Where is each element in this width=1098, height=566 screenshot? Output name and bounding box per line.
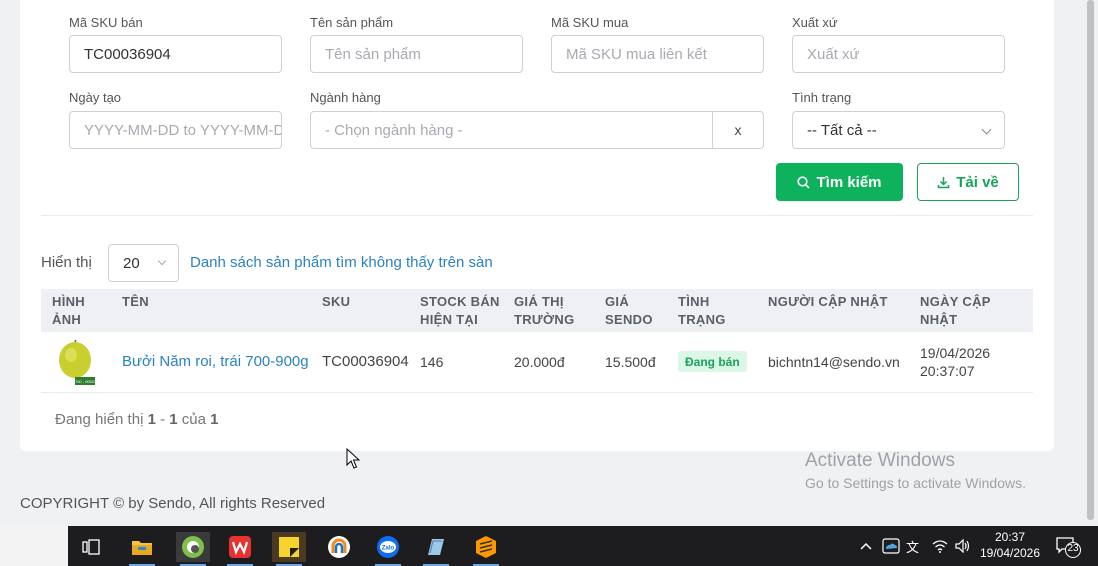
status-badge: Đang bán <box>678 351 747 372</box>
table-row: 700 - 900G Bưởi Năm roi, trái 700-900g T… <box>41 332 1033 393</box>
row-updated-time: 20:37:07 <box>920 363 975 379</box>
sku-ban-label: Mã SKU bán <box>69 15 143 30</box>
product-thumbnail[interactable]: 700 - 900G <box>57 340 97 386</box>
sticky-notes-icon[interactable] <box>272 532 306 566</box>
table-header: HÌNH ẢNH TÊN SKU STOCK BÁN HIỆN TẠI GIÁ TH… <box>41 289 1033 332</box>
file-explorer-icon[interactable] <box>125 532 159 566</box>
row-updater: bichntn14@sendo.vn <box>768 354 900 370</box>
created-date-label: Ngày tạo <box>69 90 122 105</box>
status-select-value: -- Tất cả -- <box>807 121 877 139</box>
origin-input[interactable]: Xuất xứ <box>792 35 1005 73</box>
sku-mua-label: Mã SKU mua <box>551 15 629 30</box>
scrollbar-thumb[interactable] <box>1087 0 1094 520</box>
product-name-link[interactable]: Bưởi Năm roi, trái 700-900g <box>122 353 309 371</box>
row-stock: 146 <box>420 354 444 370</box>
tray-overflow-icon[interactable] <box>860 526 872 566</box>
wps-office-icon[interactable] <box>223 532 257 566</box>
activate-windows-subtitle: Go to Settings to activate Windows. <box>805 475 1026 491</box>
mouse-cursor-icon <box>346 448 360 469</box>
notification-count: 23 <box>1067 543 1079 554</box>
category-select[interactable]: - Chọn ngành hàng - <box>310 111 713 149</box>
chevron-down-icon <box>981 124 992 135</box>
thumbnail-weight-label: 700 - 900G <box>75 379 95 384</box>
coccoc-browser-icon[interactable] <box>176 532 210 566</box>
th-name: TÊN <box>122 294 149 309</box>
row-sendo-price: 15.500đ <box>605 354 656 370</box>
page-size-value: 20 <box>123 254 140 272</box>
download-button-label: Tải về <box>956 173 999 191</box>
clock-date: 19/04/2026 <box>979 546 1041 560</box>
input-language-icon[interactable]: 文 <box>906 526 919 566</box>
notification-center-icon[interactable]: 23 <box>1056 536 1082 558</box>
row-sku: TC00036904 <box>322 353 409 370</box>
th-sendo-price: GIÁ SENDO <box>605 294 653 327</box>
th-status: TÌNH TRẠNG <box>678 294 726 327</box>
sku-mua-input[interactable]: Mã SKU mua liên kết <box>551 35 764 73</box>
sku-mua-placeholder: Mã SKU mua liên kết <box>566 45 707 63</box>
task-view-icon[interactable] <box>74 532 108 562</box>
origin-label: Xuất xứ <box>792 15 838 30</box>
sku-ban-value: TC00036904 <box>84 45 171 63</box>
row-market-price: 20.000đ <box>514 354 565 370</box>
divider <box>41 215 1033 216</box>
th-updated: NGÀY CẬP NHẬT <box>920 294 991 327</box>
sublime-text-icon[interactable] <box>469 532 503 566</box>
wifi-icon[interactable] <box>932 526 948 566</box>
search-icon <box>797 175 811 189</box>
product-name-placeholder: Tên sản phẩm <box>325 45 421 63</box>
origin-placeholder: Xuất xứ <box>807 45 860 63</box>
status-label: Tình trạng <box>792 90 852 105</box>
page-size-select[interactable]: 20 <box>108 244 179 282</box>
volume-icon[interactable] <box>955 526 971 566</box>
row-updated-date: 19/04/2026 <box>920 345 991 361</box>
download-button[interactable]: Tải về <box>917 163 1019 201</box>
product-name-input[interactable]: Tên sản phẩm <box>310 35 523 73</box>
th-market-price: GIÁ THỊ TRƯỜNG <box>514 294 575 327</box>
search-button-label: Tìm kiếm <box>816 173 882 191</box>
category-placeholder: - Chọn ngành hàng - <box>325 121 463 139</box>
page-size-label: Hiển thị <box>41 254 92 271</box>
windows-taskbar: Zalo 文 20:37 19/04/2026 23 <box>0 526 1098 566</box>
svg-text:Zalo: Zalo <box>382 546 395 552</box>
search-button[interactable]: Tìm kiếm <box>776 163 903 201</box>
zalo-icon[interactable]: Zalo <box>371 532 405 566</box>
category-label: Ngành hàng <box>310 90 381 105</box>
status-select[interactable]: -- Tất cả -- <box>792 111 1005 149</box>
search-card: Mã SKU bán TC00036904 Tên sản phẩm Tên s… <box>20 0 1054 451</box>
copyright-text: COPYRIGHT © by Sendo, All rights Reserve… <box>20 495 326 512</box>
taskbar-clock[interactable]: 20:37 19/04/2026 <box>978 529 1042 561</box>
row-updated: 19/04/2026 20:37:07 <box>920 344 990 380</box>
th-sku: SKU <box>322 294 351 309</box>
created-date-placeholder: YYYY-MM-DD to YYYY-MM-DD <box>84 121 282 139</box>
th-stock: STOCK BÁN HIỆN TẠI <box>420 294 500 327</box>
download-icon <box>937 176 950 188</box>
sku-ban-input[interactable]: TC00036904 <box>69 35 282 73</box>
th-image: HÌNH ẢNH <box>52 294 85 327</box>
chevron-down-icon <box>157 256 167 266</box>
th-updater: NGƯỜI CẬP NHẬT <box>768 294 888 309</box>
product-name-label: Tên sản phẩm <box>310 15 394 30</box>
taskbar-search-box[interactable] <box>0 526 68 566</box>
activate-windows-title: Activate Windows <box>805 450 955 471</box>
category-clear-button[interactable]: x <box>712 111 764 149</box>
not-found-products-link[interactable]: Danh sách sản phẩm tìm không thấy trên s… <box>190 254 493 271</box>
clock-time: 20:37 <box>994 530 1026 544</box>
notepad-icon[interactable] <box>419 532 453 566</box>
onedrive-icon[interactable] <box>882 526 900 566</box>
ultraviewer-icon[interactable] <box>322 532 356 562</box>
created-date-input[interactable]: YYYY-MM-DD to YYYY-MM-DD <box>69 111 282 149</box>
pagination-summary: Đang hiển thị 1 - 1 của 1 <box>55 411 219 428</box>
